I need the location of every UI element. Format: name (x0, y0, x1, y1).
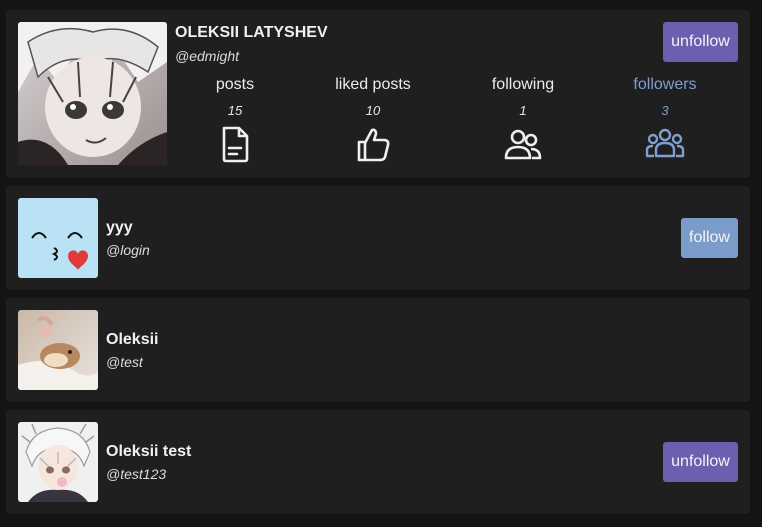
unfollow-button[interactable]: unfollow (663, 442, 738, 482)
tab-following[interactable]: following 1 (458, 76, 588, 164)
profile-avatar[interactable] (18, 22, 167, 165)
avatar[interactable] (18, 422, 98, 502)
list-item[interactable]: Oleksii @test (6, 298, 750, 402)
tab-followers[interactable]: followers 3 (600, 76, 730, 164)
follow-button[interactable]: follow (681, 218, 738, 258)
profile-name: OLEKSII LATYSHEV (175, 24, 328, 41)
user-name: yyy (106, 219, 133, 236)
tab-following-label: following (491, 76, 555, 93)
tab-followers-label: followers (633, 76, 697, 93)
profile-unfollow-button[interactable]: unfollow (663, 22, 738, 62)
user-handle: @login (106, 242, 150, 258)
group-icon (645, 128, 685, 158)
tab-posts-label: posts (215, 76, 255, 93)
liked-posts-count: 10 (365, 103, 381, 118)
list-item[interactable]: Oleksii test @test123 unfollow (6, 410, 750, 514)
list-item[interactable]: yyy @login follow (6, 186, 750, 290)
user-handle: @test (106, 354, 143, 370)
posts-count: 15 (227, 103, 243, 118)
hamster-photo-avatar (18, 310, 98, 390)
document-icon (222, 126, 249, 163)
following-count: 1 (519, 103, 527, 118)
thumbs-up-icon (357, 128, 390, 162)
tab-posts[interactable]: posts 15 (170, 76, 300, 164)
profile-handle: @edmight (175, 48, 240, 64)
avatar[interactable] (18, 198, 98, 278)
tab-liked-posts[interactable]: liked posts 10 (308, 76, 438, 164)
profile-card: OLEKSII LATYSHEV @edmight unfollow posts… (6, 10, 750, 178)
avatar[interactable] (18, 310, 98, 390)
user-name: Oleksii (106, 331, 159, 348)
followers-count: 3 (661, 103, 669, 118)
user-handle: @test123 (106, 466, 167, 482)
kiss-face-avatar (18, 198, 98, 278)
anime-boy-avatar (18, 422, 98, 502)
user-name: Oleksii test (106, 443, 192, 460)
tab-liked-posts-label: liked posts (335, 76, 411, 93)
users-icon (504, 129, 542, 160)
